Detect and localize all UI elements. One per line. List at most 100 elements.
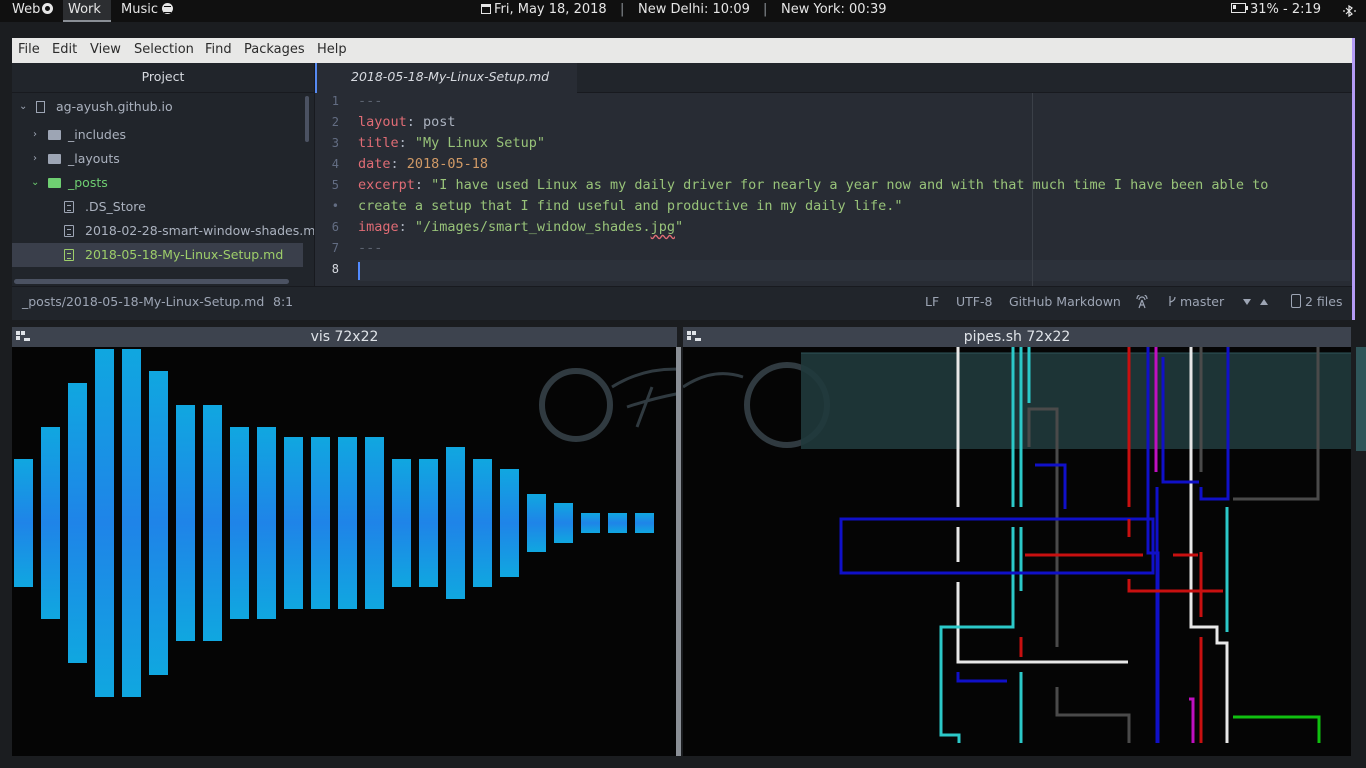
code-line-1: ---: [358, 91, 382, 112]
menu-packages[interactable]: Packages: [244, 38, 305, 62]
front-matter-delimiter: ---: [358, 93, 383, 109]
arrow-up-icon: [1260, 299, 1268, 305]
folder-icon: [48, 154, 61, 164]
yaml-colon: :: [398, 135, 415, 151]
terminal-pipes[interactable]: pipes.sh 72x22: [683, 327, 1351, 756]
yaml-string: "/images/smart_window_shades.: [414, 219, 651, 235]
code-editor[interactable]: --- layout: post title: "My Linux Setup"…: [358, 93, 1354, 286]
workspace-web[interactable]: Web: [12, 0, 54, 22]
status-changed-files[interactable]: 2 files: [1291, 287, 1342, 316]
battery-indicator[interactable]: 31% - 2:19: [1231, 0, 1321, 20]
tree-item-layouts[interactable]: › _layouts: [12, 147, 314, 171]
status-grammar[interactable]: GitHub Markdown: [1009, 287, 1121, 316]
yaml-string: "My Linux Setup": [414, 135, 545, 151]
menu-selection[interactable]: Selection: [134, 38, 194, 62]
status-bar: _posts/2018-05-18-My-Linux-Setup.md 8:1 …: [12, 286, 1355, 320]
web-app-icon: [42, 3, 54, 14]
terminal-menu-icon[interactable]: [687, 331, 701, 342]
tree-item-smart-window-shades[interactable]: 2018-02-28-smart-window-shades.md: [12, 219, 314, 243]
menu-file[interactable]: File: [18, 38, 40, 62]
yaml-key: date: [358, 156, 391, 172]
file-icon: [64, 201, 74, 213]
visualizer-bar: [68, 383, 87, 663]
pipes-animation: [683, 347, 1351, 756]
menu-view[interactable]: View: [90, 38, 121, 62]
status-line-ending[interactable]: LF: [925, 287, 939, 316]
visualizer-bar: [203, 405, 222, 641]
status-encoding[interactable]: UTF-8: [956, 287, 992, 316]
battery-text: 31% - 2:19: [1250, 2, 1322, 17]
git-branch-icon: [1169, 296, 1176, 306]
code-line-2: layout: post: [358, 112, 456, 133]
workspace-work[interactable]: Work: [63, 0, 111, 22]
spellcheck-underlined-word[interactable]: jpg: [651, 219, 675, 235]
tree-item-includes[interactable]: › _includes: [12, 123, 314, 147]
wallpaper-motorcycle-graphic: [539, 367, 677, 442]
code-line-7: ---: [358, 238, 382, 259]
github-remote-icon[interactable]: [1135, 295, 1149, 309]
branch-name: master: [1180, 294, 1225, 309]
visualizer-bar: [230, 427, 249, 619]
menu-find[interactable]: Find: [205, 38, 232, 62]
pipes-graphic: [683, 347, 1351, 743]
calendar-icon: [481, 4, 491, 14]
bluetooth-icon[interactable]: [1342, 5, 1360, 17]
sidebar-vertical-scrollbar[interactable]: [305, 96, 309, 142]
line-number: 6: [331, 220, 339, 234]
status-git-branch[interactable]: master: [1168, 287, 1224, 316]
tree-item-my-linux-setup[interactable]: 2018-05-18-My-Linux-Setup.md: [12, 243, 303, 267]
date-text: Fri, May 18, 2018: [494, 2, 607, 17]
project-tree-panel: Project ⌄ ag-ayush.github.io › _includes…: [12, 63, 314, 286]
clock-new-delhi: New Delhi: 10:09: [638, 2, 750, 17]
tree-item-posts[interactable]: ⌄ _posts: [12, 171, 314, 195]
yaml-date: 2018-05-18: [406, 156, 489, 172]
clock-new-york: New York: 00:39: [781, 2, 887, 17]
sidebar-horizontal-scrollbar[interactable]: [14, 279, 289, 284]
tree-item-repo[interactable]: ⌄ ag-ayush.github.io: [12, 95, 314, 119]
line-number-wrap-marker: •: [331, 199, 339, 213]
visualizer-bar: [527, 494, 546, 552]
terminal-split-divider[interactable]: [676, 347, 681, 756]
workspace-music[interactable]: Music: [121, 0, 173, 22]
audio-visualizer: [12, 347, 677, 756]
terminal-title-bar: pipes.sh 72x22: [683, 327, 1351, 347]
atom-editor-window: File Edit View Selection Find Packages H…: [12, 38, 1355, 320]
visualizer-bar: [338, 437, 357, 609]
tab-my-linux-setup[interactable]: 2018-05-18-My-Linux-Setup.md: [315, 63, 577, 93]
visualizer-bar: [500, 469, 519, 577]
date-display[interactable]: Fri, May 18, 2018: [481, 0, 607, 20]
yaml-colon: :: [398, 219, 415, 235]
code-line-3: title: "My Linux Setup": [358, 133, 545, 154]
workspace-work-label: Work: [68, 2, 101, 17]
chevron-right-icon: ›: [33, 129, 37, 140]
status-file-path[interactable]: _posts/2018-05-18-My-Linux-Setup.md: [22, 287, 264, 316]
terminal-menu-icon[interactable]: [16, 331, 30, 342]
menu-edit[interactable]: Edit: [52, 38, 77, 62]
panel-separator: |: [763, 2, 768, 17]
terminal-title-bar: vis 72x22: [12, 327, 677, 347]
line-number: 7: [331, 241, 339, 255]
yaml-key: image: [358, 219, 399, 235]
git-fetch-controls[interactable]: [1240, 287, 1271, 316]
folder-icon: [48, 130, 61, 140]
line-number-current: 8: [331, 262, 339, 276]
panel-separator: |: [620, 2, 625, 17]
tree-item-ds-store[interactable]: .DS_Store: [12, 195, 314, 219]
menu-help[interactable]: Help: [317, 38, 347, 62]
visualizer-bar: [473, 459, 492, 587]
terminal-vis[interactable]: vis 72x22: [12, 327, 677, 756]
file-icon: [64, 225, 74, 237]
line-number: 3: [331, 136, 339, 150]
code-line-5-wrapped: create a setup that I find useful and pr…: [358, 196, 903, 217]
folder-open-icon: [48, 178, 61, 188]
status-cursor-position[interactable]: 8:1: [273, 287, 293, 316]
visualizer-bar: [257, 427, 276, 619]
yaml-string: create a setup that I find useful and pr…: [358, 198, 903, 214]
visualizer-bar: [14, 459, 33, 587]
visualizer-bar: [149, 371, 168, 675]
project-panel-title: Project: [12, 63, 314, 93]
chevron-down-icon: ⌄: [19, 101, 28, 112]
yaml-colon: :: [414, 177, 432, 193]
repo-icon: [36, 101, 45, 113]
workspace-web-label: Web: [12, 2, 41, 17]
